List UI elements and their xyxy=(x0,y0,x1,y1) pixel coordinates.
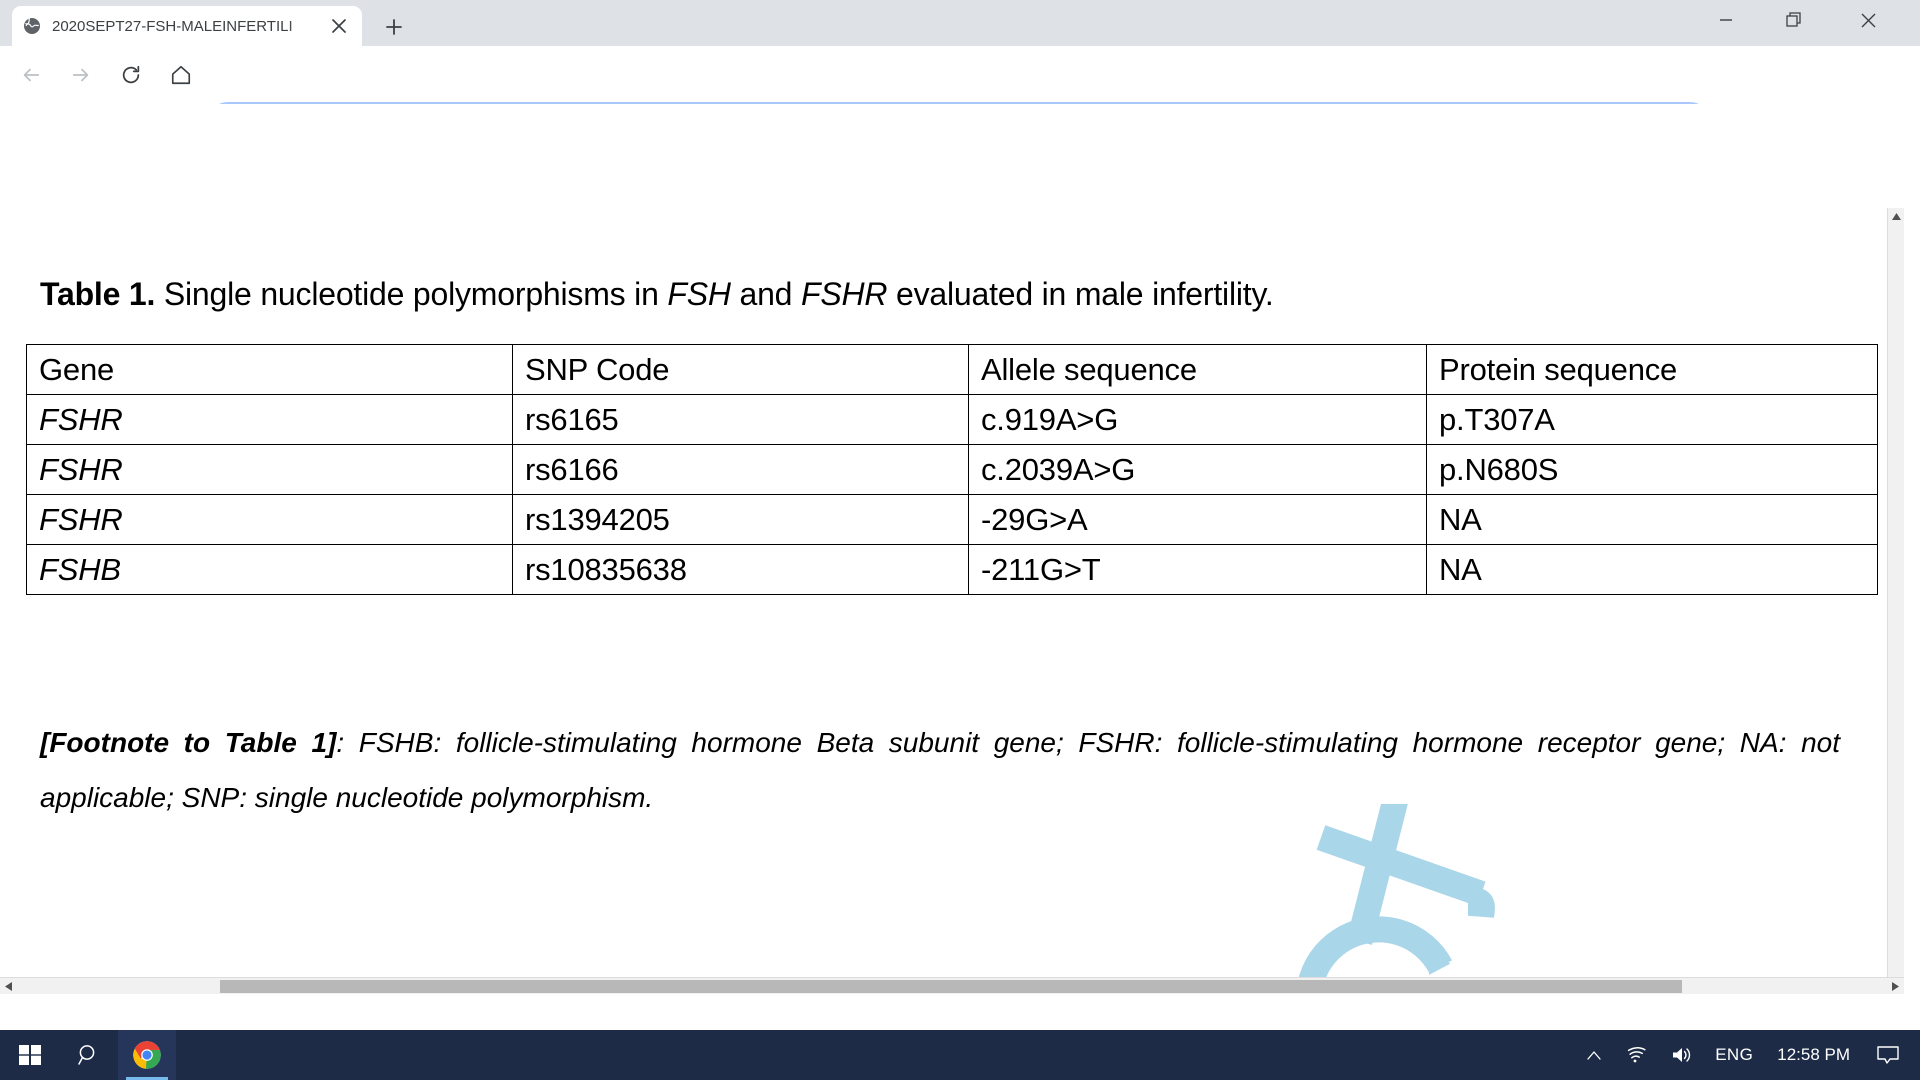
table-row: FSHR rs1394205 -29G>A NA xyxy=(26,494,1878,545)
cell-allele: c.2039A>G xyxy=(968,444,1427,495)
cell-allele: -29G>A xyxy=(968,494,1427,545)
cell-allele: -211G>T xyxy=(968,544,1427,595)
cell-snp: rs1394205 xyxy=(512,494,969,545)
cell-protein: p.N680S xyxy=(1426,444,1878,495)
column-header-allele-sequence: Allele sequence xyxy=(968,344,1427,395)
vertical-scrollbar[interactable] xyxy=(1887,208,1904,994)
page-viewport: Table 1. Single nucleotide polymorphisms… xyxy=(0,104,1904,994)
home-icon[interactable] xyxy=(162,56,200,94)
cell-allele: c.919A>G xyxy=(968,394,1427,445)
cell-protein: NA xyxy=(1426,494,1878,545)
horizontal-scrollbar[interactable] xyxy=(0,977,1904,994)
chevron-up-icon[interactable] xyxy=(1575,1030,1613,1080)
maximize-icon[interactable] xyxy=(1764,0,1824,40)
scroll-right-arrow-icon[interactable] xyxy=(1887,978,1904,994)
table-caption: Table 1. Single nucleotide polymorphisms… xyxy=(40,274,1840,314)
globe-icon xyxy=(22,16,42,36)
search-magnifier-icon[interactable] xyxy=(60,1030,118,1080)
footnote-label: [Footnote to Table 1] xyxy=(40,727,337,758)
column-header-snp-code: SNP Code xyxy=(512,344,969,395)
cell-gene: FSHR xyxy=(26,444,513,495)
close-icon[interactable] xyxy=(1838,0,1898,40)
table-footnote: [Footnote to Table 1]: FSHB: follicle-st… xyxy=(40,716,1840,825)
table-row: FSHR rs6166 c.2039A>G p.N680S xyxy=(26,444,1878,495)
notification-bubble-icon[interactable] xyxy=(1864,1030,1912,1080)
system-tray: ENG 12:58 PM xyxy=(1575,1030,1920,1080)
tab-strip: 2020SEPT27-FSH-MALEINFERTILI xyxy=(0,0,1920,46)
back-arrow-icon[interactable] xyxy=(12,56,50,94)
table-caption-label: Table 1. xyxy=(40,276,156,312)
windows-taskbar: ENG 12:58 PM xyxy=(0,1030,1920,1080)
table-caption-gene-fshr: FSHR xyxy=(800,276,888,312)
table-row: FSHR rs6165 c.919A>G p.T307A xyxy=(26,394,1878,445)
table-row: FSHB rs10835638 -211G>T NA xyxy=(26,544,1878,595)
cell-protein: p.T307A xyxy=(1426,394,1878,445)
column-header-gene: Gene xyxy=(26,344,513,395)
table-caption-text-3: evaluated in male infertility. xyxy=(887,276,1274,312)
table-caption-text-1: Single nucleotide polymorphisms in xyxy=(155,276,668,312)
browser-tab[interactable]: 2020SEPT27-FSH-MALEINFERTILI xyxy=(12,6,362,46)
scroll-up-arrow-icon[interactable] xyxy=(1888,208,1904,225)
tab-title: 2020SEPT27-FSH-MALEINFERTILI xyxy=(52,17,293,35)
snp-table: Gene SNP Code Allele sequence Protein se… xyxy=(26,344,1878,595)
document-page: Table 1. Single nucleotide polymorphisms… xyxy=(0,104,1904,994)
cell-snp: rs10835638 xyxy=(512,544,969,595)
table-caption-gene-fsh: FSH xyxy=(667,276,731,312)
language-indicator[interactable]: ENG xyxy=(1705,1030,1763,1080)
close-icon[interactable] xyxy=(326,13,352,39)
taskbar-clock[interactable]: 12:58 PM xyxy=(1763,1030,1864,1080)
speaker-icon[interactable] xyxy=(1659,1030,1705,1080)
chrome-browser-icon[interactable] xyxy=(118,1030,176,1080)
horizontal-scroll-thumb[interactable] xyxy=(220,980,1682,993)
cell-gene: FSHR xyxy=(26,394,513,445)
wifi-icon[interactable] xyxy=(1613,1030,1659,1080)
cell-gene: FSHB xyxy=(26,544,513,595)
cell-snp: rs6166 xyxy=(512,444,969,495)
scroll-left-arrow-icon[interactable] xyxy=(0,978,17,994)
forward-arrow-icon[interactable] xyxy=(62,56,100,94)
cell-gene: FSHR xyxy=(26,494,513,545)
table-header-row: Gene SNP Code Allele sequence Protein se… xyxy=(26,344,1878,395)
cell-protein: NA xyxy=(1426,544,1878,595)
browser-toolbar xyxy=(0,46,1920,142)
reload-icon[interactable] xyxy=(112,56,150,94)
table-caption-text-2: and xyxy=(730,276,801,312)
decorative-watermark-graphic xyxy=(1150,794,1510,994)
column-header-protein-sequence: Protein sequence xyxy=(1426,344,1878,395)
new-tab-button[interactable] xyxy=(378,11,410,43)
windows-start-icon[interactable] xyxy=(0,1030,60,1080)
cell-snp: rs6165 xyxy=(512,394,969,445)
minimize-icon[interactable] xyxy=(1696,0,1756,40)
browser-window: 2020SEPT27-FSH-MALEINFERTILI Table 1. Si… xyxy=(0,0,1920,1030)
